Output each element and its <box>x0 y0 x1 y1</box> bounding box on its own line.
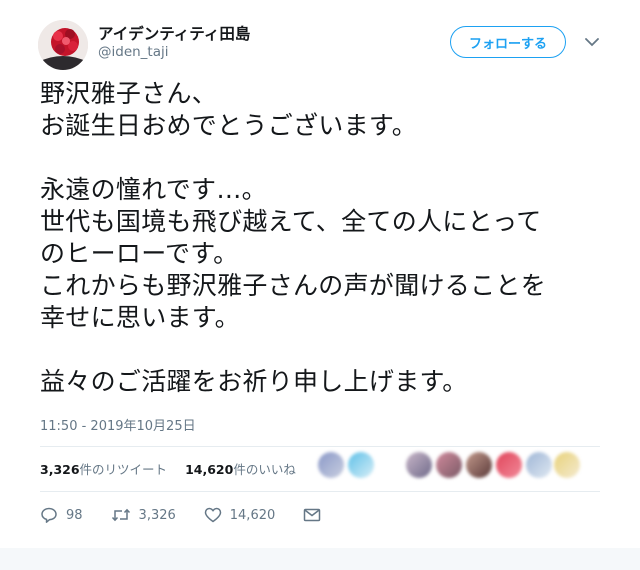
retweet-stat-label: 件のリツイート <box>79 462 168 477</box>
divider <box>40 491 600 492</box>
user-handle[interactable]: @iden_taji <box>98 44 169 60</box>
reply-icon <box>41 507 57 523</box>
direct-message-button[interactable] <box>303 508 321 522</box>
reply-count: 98 <box>66 507 83 523</box>
liker-avatar[interactable] <box>526 452 552 478</box>
heart-icon <box>204 507 222 523</box>
avatar[interactable] <box>38 20 88 70</box>
like-button[interactable]: 14,620 <box>204 507 276 523</box>
tweet-stats: 3,326件のリツイート 14,620件のいいね <box>40 459 296 478</box>
tweet-line: これからも野沢雅子さんの声が聞けることを <box>40 271 547 300</box>
tweet-text: 野沢雅子さん、 お誕生日おめでとうございます。 永遠の憧れです…。 世代も国境も… <box>40 78 620 398</box>
like-stat[interactable]: 14,620件のいいね <box>185 459 296 478</box>
tweet-actions: 98 3,326 14,620 <box>40 506 349 524</box>
envelope-icon <box>304 508 321 522</box>
tweet-timestamp[interactable]: 11:50 - 2019年10月25日 <box>40 415 196 434</box>
liker-avatar[interactable] <box>466 452 492 478</box>
retweet-stat[interactable]: 3,326件のリツイート <box>40 459 167 478</box>
tweet-line: 世代も国境も飛び越えて、全ての人にとって <box>40 207 542 236</box>
tweet-line: 永遠の憧れです…。 <box>40 175 267 204</box>
divider <box>40 446 600 447</box>
tweet-line: お誕生日おめでとうございます。 <box>40 111 418 140</box>
liker-avatar[interactable] <box>406 452 432 478</box>
liker-avatar[interactable] <box>348 452 374 478</box>
chevron-down-icon <box>585 37 599 46</box>
retweet-button[interactable]: 3,326 <box>111 507 176 523</box>
liker-avatar[interactable] <box>318 452 344 478</box>
reply-button[interactable]: 98 <box>40 506 83 524</box>
tweet-line: 益々のご活躍をお祈り申し上げます。 <box>40 367 468 396</box>
display-name[interactable]: アイデンティティ田島 <box>98 22 250 44</box>
like-count-action: 14,620 <box>229 507 276 523</box>
liker-avatar[interactable] <box>496 452 522 478</box>
tweet-line: 野沢雅子さん、 <box>40 79 218 108</box>
tweet-card: アイデンティティ田島 @iden_taji フォローする 野沢雅子さん、 お誕生… <box>0 0 640 548</box>
tweet-line: 幸せに思います。 <box>40 303 240 332</box>
like-stat-label: 件のいいね <box>233 462 296 477</box>
page-footer-band <box>0 548 640 570</box>
retweet-count: 3,326 <box>40 462 80 477</box>
retweet-count-action: 3,326 <box>138 507 176 523</box>
follow-button[interactable]: フォローする <box>450 26 566 58</box>
retweet-icon <box>111 508 130 522</box>
liker-avatar[interactable] <box>436 452 462 478</box>
like-count: 14,620 <box>185 462 234 477</box>
more-options-button[interactable] <box>582 32 602 52</box>
liker-avatar[interactable] <box>554 452 580 478</box>
tweet-line: のヒーローです。 <box>40 239 239 268</box>
